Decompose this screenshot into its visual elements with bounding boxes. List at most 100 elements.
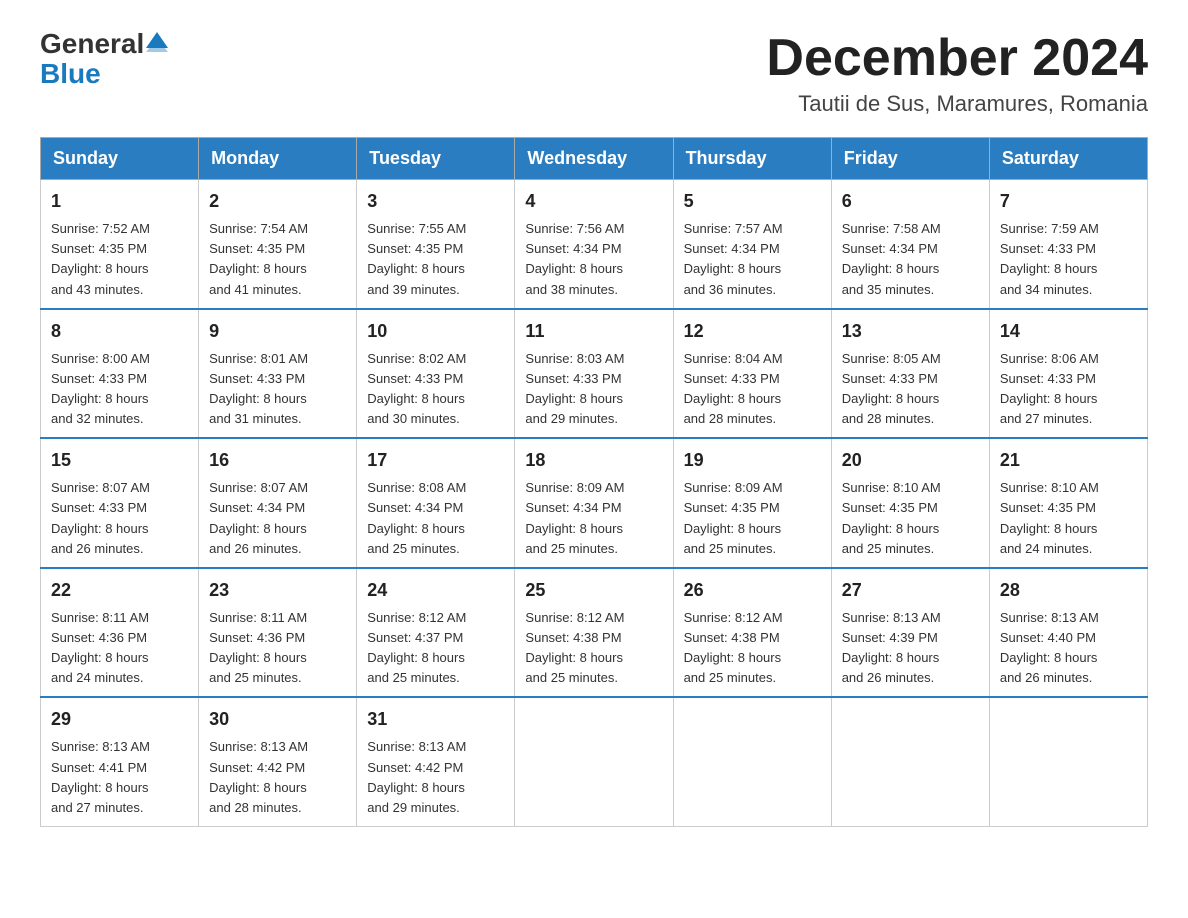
page-header: General Blue December 2024 Tautii de Sus… bbox=[40, 30, 1148, 117]
day-info: Sunrise: 7:56 AMSunset: 4:34 PMDaylight:… bbox=[525, 219, 662, 300]
day-number: 8 bbox=[51, 318, 188, 345]
calendar-cell: 16 Sunrise: 8:07 AMSunset: 4:34 PMDayligh… bbox=[199, 438, 357, 568]
calendar-cell: 24Sunrise: 8:12 AMSunset: 4:37 PMDayligh… bbox=[357, 568, 515, 698]
calendar-cell: 31 Sunrise: 8:13 AMSunset: 4:42 PMDayligh… bbox=[357, 697, 515, 826]
calendar-cell: 1 Sunrise: 7:52 AMSunset: 4:35 PMDaylight… bbox=[41, 180, 199, 309]
calendar-cell: 9 Sunrise: 8:01 AMSunset: 4:33 PMDaylight… bbox=[199, 309, 357, 439]
day-info: Sunrise: 7:57 AMSunset: 4:34 PMDaylight:… bbox=[684, 219, 821, 300]
day-number: 27 bbox=[842, 577, 979, 604]
calendar-cell: 15 Sunrise: 8:07 AMSunset: 4:33 PMDayligh… bbox=[41, 438, 199, 568]
day-info: Sunrise: 8:11 AMSunset: 4:36 PMDaylight:… bbox=[51, 608, 188, 689]
day-number: 19 bbox=[684, 447, 821, 474]
day-info: Sunrise: 8:07 AMSunset: 4:33 PMDaylight:… bbox=[51, 478, 188, 559]
calendar-cell bbox=[831, 697, 989, 826]
day-info: Sunrise: 8:05 AMSunset: 4:33 PMDaylight:… bbox=[842, 349, 979, 430]
calendar-cell: 13Sunrise: 8:05 AMSunset: 4:33 PMDayligh… bbox=[831, 309, 989, 439]
calendar-cell: 28 Sunrise: 8:13 AMSunset: 4:40 PMDayligh… bbox=[989, 568, 1147, 698]
col-header-wednesday: Wednesday bbox=[515, 138, 673, 180]
calendar-cell bbox=[515, 697, 673, 826]
calendar-cell: 8 Sunrise: 8:00 AMSunset: 4:33 PMDaylight… bbox=[41, 309, 199, 439]
day-number: 2 bbox=[209, 188, 346, 215]
day-info: Sunrise: 8:07 AMSunset: 4:34 PMDaylight:… bbox=[209, 478, 346, 559]
logo-triangle-icon bbox=[146, 32, 168, 52]
day-info: Sunrise: 7:58 AMSunset: 4:34 PMDaylight:… bbox=[842, 219, 979, 300]
calendar-cell: 17Sunrise: 8:08 AMSunset: 4:34 PMDayligh… bbox=[357, 438, 515, 568]
day-info: Sunrise: 8:13 AMSunset: 4:42 PMDaylight:… bbox=[209, 737, 346, 818]
day-info: Sunrise: 7:52 AMSunset: 4:35 PMDaylight:… bbox=[51, 219, 188, 300]
day-number: 17 bbox=[367, 447, 504, 474]
calendar-cell: 12Sunrise: 8:04 AMSunset: 4:33 PMDayligh… bbox=[673, 309, 831, 439]
day-info: Sunrise: 8:12 AMSunset: 4:38 PMDaylight:… bbox=[684, 608, 821, 689]
calendar-cell: 26 Sunrise: 8:12 AMSunset: 4:38 PMDayligh… bbox=[673, 568, 831, 698]
day-number: 29 bbox=[51, 706, 188, 733]
day-info: Sunrise: 8:09 AMSunset: 4:35 PMDaylight:… bbox=[684, 478, 821, 559]
day-number: 10 bbox=[367, 318, 504, 345]
day-info: Sunrise: 8:13 AMSunset: 4:41 PMDaylight:… bbox=[51, 737, 188, 818]
day-info: Sunrise: 8:01 AMSunset: 4:33 PMDaylight:… bbox=[209, 349, 346, 430]
calendar-cell: 27 Sunrise: 8:13 AMSunset: 4:39 PMDayligh… bbox=[831, 568, 989, 698]
calendar-cell: 21 Sunrise: 8:10 AMSunset: 4:35 PMDayligh… bbox=[989, 438, 1147, 568]
day-number: 7 bbox=[1000, 188, 1137, 215]
day-number: 23 bbox=[209, 577, 346, 604]
day-number: 4 bbox=[525, 188, 662, 215]
calendar-cell: 6 Sunrise: 7:58 AMSunset: 4:34 PMDaylight… bbox=[831, 180, 989, 309]
calendar-cell: 29 Sunrise: 8:13 AMSunset: 4:41 PMDayligh… bbox=[41, 697, 199, 826]
day-info: Sunrise: 8:04 AMSunset: 4:33 PMDaylight:… bbox=[684, 349, 821, 430]
day-number: 20 bbox=[842, 447, 979, 474]
day-info: Sunrise: 8:13 AMSunset: 4:42 PMDaylight:… bbox=[367, 737, 504, 818]
calendar-cell: 20 Sunrise: 8:10 AMSunset: 4:35 PMDayligh… bbox=[831, 438, 989, 568]
day-number: 21 bbox=[1000, 447, 1137, 474]
col-header-tuesday: Tuesday bbox=[357, 138, 515, 180]
day-info: Sunrise: 7:55 AMSunset: 4:35 PMDaylight:… bbox=[367, 219, 504, 300]
day-number: 16 bbox=[209, 447, 346, 474]
day-number: 3 bbox=[367, 188, 504, 215]
day-info: Sunrise: 8:13 AMSunset: 4:39 PMDaylight:… bbox=[842, 608, 979, 689]
day-number: 25 bbox=[525, 577, 662, 604]
week-row-5: 29 Sunrise: 8:13 AMSunset: 4:41 PMDayligh… bbox=[41, 697, 1148, 826]
days-header-row: SundayMondayTuesdayWednesdayThursdayFrid… bbox=[41, 138, 1148, 180]
day-info: Sunrise: 8:03 AMSunset: 4:33 PMDaylight:… bbox=[525, 349, 662, 430]
day-number: 26 bbox=[684, 577, 821, 604]
day-number: 15 bbox=[51, 447, 188, 474]
col-header-sunday: Sunday bbox=[41, 138, 199, 180]
week-row-4: 22 Sunrise: 8:11 AMSunset: 4:36 PMDayligh… bbox=[41, 568, 1148, 698]
day-number: 9 bbox=[209, 318, 346, 345]
day-number: 1 bbox=[51, 188, 188, 215]
day-number: 31 bbox=[367, 706, 504, 733]
day-number: 22 bbox=[51, 577, 188, 604]
calendar-cell: 4 Sunrise: 7:56 AMSunset: 4:34 PMDaylight… bbox=[515, 180, 673, 309]
calendar-cell: 2 Sunrise: 7:54 AMSunset: 4:35 PMDaylight… bbox=[199, 180, 357, 309]
day-info: Sunrise: 8:10 AMSunset: 4:35 PMDaylight:… bbox=[1000, 478, 1137, 559]
day-info: Sunrise: 8:09 AMSunset: 4:34 PMDaylight:… bbox=[525, 478, 662, 559]
week-row-2: 8 Sunrise: 8:00 AMSunset: 4:33 PMDaylight… bbox=[41, 309, 1148, 439]
calendar-cell: 14Sunrise: 8:06 AMSunset: 4:33 PMDayligh… bbox=[989, 309, 1147, 439]
calendar-cell: 10 Sunrise: 8:02 AMSunset: 4:33 PMDayligh… bbox=[357, 309, 515, 439]
day-number: 11 bbox=[525, 318, 662, 345]
calendar-cell: 30 Sunrise: 8:13 AMSunset: 4:42 PMDayligh… bbox=[199, 697, 357, 826]
calendar-subtitle: Tautii de Sus, Maramures, Romania bbox=[766, 91, 1148, 117]
calendar-cell: 7 Sunrise: 7:59 AMSunset: 4:33 PMDaylight… bbox=[989, 180, 1147, 309]
week-row-1: 1 Sunrise: 7:52 AMSunset: 4:35 PMDaylight… bbox=[41, 180, 1148, 309]
day-info: Sunrise: 7:54 AMSunset: 4:35 PMDaylight:… bbox=[209, 219, 346, 300]
logo: General Blue bbox=[40, 30, 168, 88]
day-info: Sunrise: 8:02 AMSunset: 4:33 PMDaylight:… bbox=[367, 349, 504, 430]
day-info: Sunrise: 8:10 AMSunset: 4:35 PMDaylight:… bbox=[842, 478, 979, 559]
calendar-cell: 5Sunrise: 7:57 AMSunset: 4:34 PMDaylight… bbox=[673, 180, 831, 309]
calendar-cell: 25 Sunrise: 8:12 AMSunset: 4:38 PMDayligh… bbox=[515, 568, 673, 698]
day-info: Sunrise: 8:06 AMSunset: 4:33 PMDaylight:… bbox=[1000, 349, 1137, 430]
calendar-cell: 11 Sunrise: 8:03 AMSunset: 4:33 PMDayligh… bbox=[515, 309, 673, 439]
col-header-monday: Monday bbox=[199, 138, 357, 180]
day-number: 18 bbox=[525, 447, 662, 474]
day-number: 6 bbox=[842, 188, 979, 215]
day-info: Sunrise: 7:59 AMSunset: 4:33 PMDaylight:… bbox=[1000, 219, 1137, 300]
day-info: Sunrise: 8:12 AMSunset: 4:38 PMDaylight:… bbox=[525, 608, 662, 689]
logo-text-general: General bbox=[40, 30, 144, 58]
day-number: 30 bbox=[209, 706, 346, 733]
week-row-3: 15 Sunrise: 8:07 AMSunset: 4:33 PMDayligh… bbox=[41, 438, 1148, 568]
day-number: 28 bbox=[1000, 577, 1137, 604]
day-info: Sunrise: 8:13 AMSunset: 4:40 PMDaylight:… bbox=[1000, 608, 1137, 689]
day-info: Sunrise: 8:00 AMSunset: 4:33 PMDaylight:… bbox=[51, 349, 188, 430]
calendar-cell bbox=[989, 697, 1147, 826]
col-header-saturday: Saturday bbox=[989, 138, 1147, 180]
calendar-table: SundayMondayTuesdayWednesdayThursdayFrid… bbox=[40, 137, 1148, 827]
